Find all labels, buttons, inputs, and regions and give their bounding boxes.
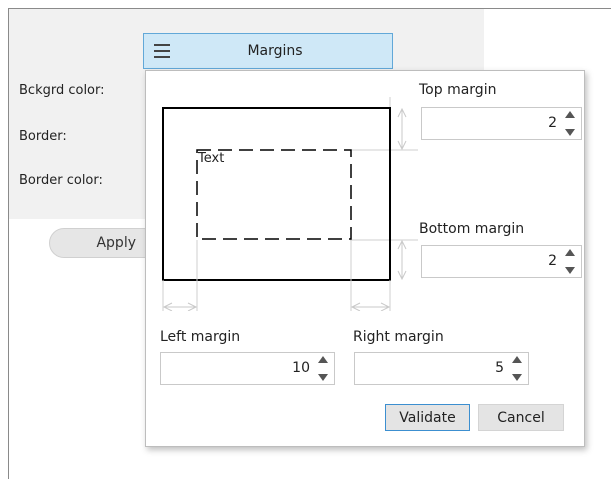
validate-button-label: Validate: [399, 409, 456, 426]
apply-button-label: Apply: [96, 235, 136, 251]
cancel-button[interactable]: Cancel: [478, 404, 564, 431]
left-margin-dimension: [162, 302, 198, 311]
spin-down-icon[interactable]: [565, 267, 575, 274]
spin-down-icon[interactable]: [512, 374, 522, 381]
cancel-button-label: Cancel: [497, 409, 545, 426]
bottom-margin-dimension: [397, 239, 407, 281]
right-margin-value: 5: [495, 360, 504, 376]
top-margin-value: 2: [548, 115, 557, 131]
margins-menu-button-label: Margins: [247, 43, 303, 59]
border-label: Border:: [19, 129, 67, 144]
right-margin-label: Right margin: [353, 329, 444, 345]
left-margin-spinner[interactable]: [316, 356, 330, 381]
spin-down-icon[interactable]: [565, 129, 575, 136]
validate-button[interactable]: Validate: [385, 404, 470, 431]
spin-up-icon[interactable]: [565, 249, 575, 256]
apply-button[interactable]: Apply: [49, 228, 159, 258]
bckgrd-color-label: Bckgrd color:: [19, 83, 105, 98]
preview-text-label: Text: [198, 151, 225, 166]
right-margin-spinner[interactable]: [510, 356, 524, 381]
spin-up-icon[interactable]: [512, 356, 522, 363]
bottom-margin-value: 2: [548, 253, 557, 269]
margins-popup: Text Top margin 2 Bottom margin 2 Left m…: [145, 70, 585, 447]
top-margin-input[interactable]: 2: [421, 107, 582, 140]
bottom-margin-spinner[interactable]: [563, 249, 577, 274]
top-margin-dimension: [397, 107, 407, 151]
spin-down-icon[interactable]: [318, 374, 328, 381]
bottom-margin-label: Bottom margin: [419, 221, 525, 237]
border-color-label: Border color:: [19, 173, 103, 188]
spin-up-icon[interactable]: [318, 356, 328, 363]
left-margin-input[interactable]: 10: [160, 352, 335, 385]
right-margin-dimension: [350, 302, 391, 311]
right-margin-input[interactable]: 5: [354, 352, 529, 385]
top-margin-label: Top margin: [419, 82, 497, 98]
margins-menu-button[interactable]: Margins: [143, 33, 393, 69]
bottom-margin-input[interactable]: 2: [421, 245, 582, 278]
top-margin-spinner[interactable]: [563, 111, 577, 136]
left-margin-value: 10: [292, 360, 310, 376]
left-margin-label: Left margin: [160, 329, 241, 345]
spin-up-icon[interactable]: [565, 111, 575, 118]
